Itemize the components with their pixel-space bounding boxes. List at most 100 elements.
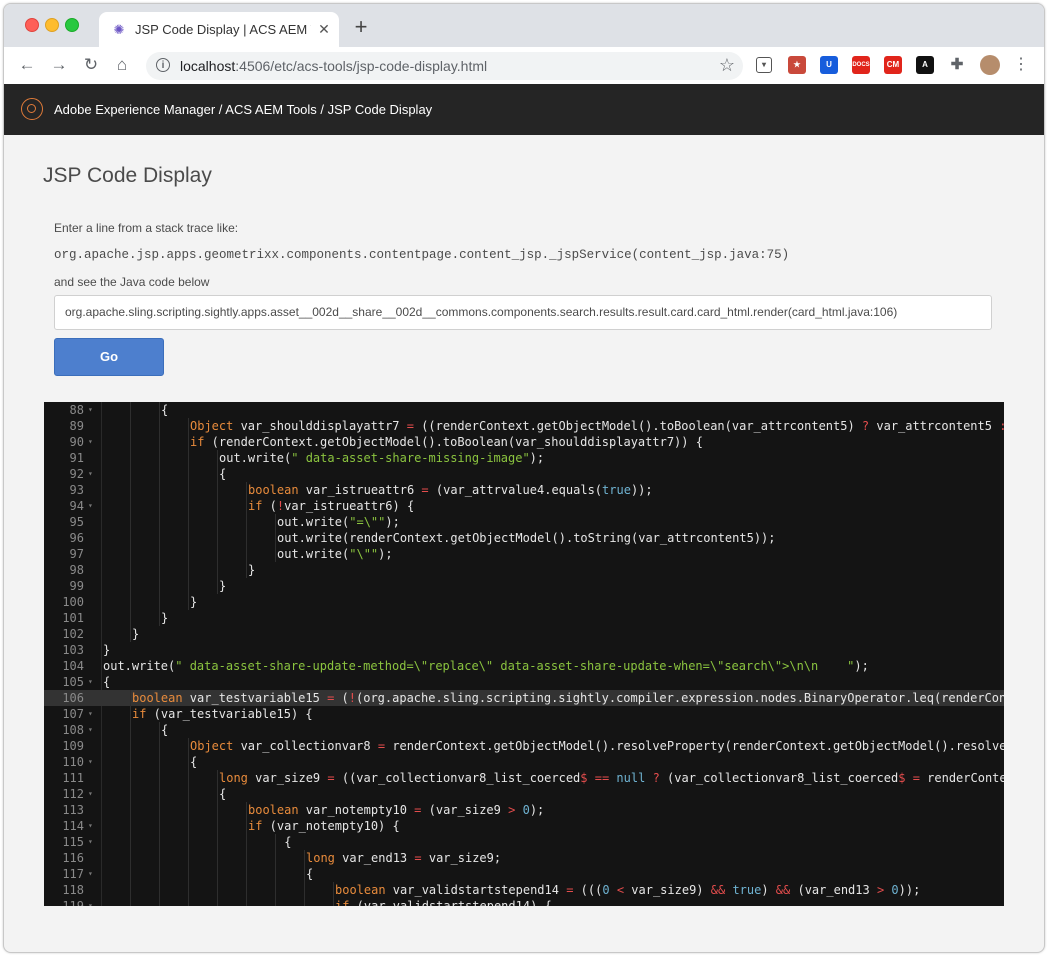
fold-arrow-icon[interactable]: ▾ <box>88 498 93 514</box>
maximize-window-button[interactable] <box>65 18 79 32</box>
acs-favicon-icon: ✺ <box>113 22 125 37</box>
aem-logo-icon[interactable] <box>21 98 43 120</box>
code-line: 111 long var_size9 = ((var_collectionvar8… <box>44 770 1004 786</box>
fold-arrow-icon[interactable]: ▾ <box>88 722 93 738</box>
docs-icon[interactable]: DOCS <box>852 56 870 74</box>
info-icon[interactable]: i <box>156 58 170 72</box>
avatar[interactable] <box>980 55 1000 75</box>
fold-arrow-icon[interactable]: ▾ <box>88 834 93 850</box>
indent-guide <box>188 466 189 482</box>
indent-guide <box>130 850 131 866</box>
indent-guide <box>159 418 160 434</box>
menu-dots-icon[interactable]: ⋮ <box>1010 54 1032 76</box>
code-line: 107 ▾ if (var_testvariable15) { <box>44 706 1004 722</box>
fold-arrow-icon[interactable]: ▾ <box>88 866 93 882</box>
indent-guide <box>130 610 131 626</box>
cloud-icon[interactable]: ▾ <box>756 57 772 73</box>
indent-guide <box>188 594 189 610</box>
fold-arrow-icon[interactable]: ▾ <box>88 898 93 906</box>
fold-arrow-icon[interactable]: ▾ <box>88 434 93 450</box>
indent-guide <box>159 562 160 578</box>
code-text: long var_end13 = var_size9; <box>306 851 502 865</box>
line-number: 88 <box>69 403 84 417</box>
address-bar[interactable]: i localhost:4506/etc/acs-tools/jsp-code-… <box>146 52 743 80</box>
indent-guide <box>130 498 131 514</box>
indent-guide <box>275 882 276 898</box>
browser-tab[interactable]: ✺ JSP Code Display | ACS AEM Tools ✕ <box>99 12 339 47</box>
line-number: 105 <box>62 675 84 689</box>
fold-arrow-icon[interactable]: ▾ <box>88 706 93 722</box>
fold-arrow-icon[interactable]: ▾ <box>88 786 93 802</box>
indent-guide <box>130 706 131 722</box>
indent-guide <box>130 594 131 610</box>
indent-guide <box>217 866 218 882</box>
indent-guide <box>159 546 160 562</box>
home-icon[interactable]: ⌂ <box>111 54 133 76</box>
bitwarden-icon[interactable]: U <box>820 56 838 74</box>
fold-arrow-icon[interactable]: ▾ <box>88 466 93 482</box>
indent-guide <box>217 578 218 594</box>
line-number: 100 <box>62 595 84 609</box>
indent-guide <box>304 866 305 882</box>
code-viewer[interactable]: 88 ▾ {89 Object var_shoulddisplayattr7 = ((… <box>44 402 1004 906</box>
code-line: 101} <box>44 610 1004 626</box>
fold-arrow-icon[interactable]: ▾ <box>88 674 93 690</box>
browser-toolbar: ← → ↻ ⌂ i localhost:4506/etc/acs-tools/j… <box>4 47 1044 85</box>
indent-guide <box>159 802 160 818</box>
code-text: if (var_validstartstepend14) { <box>335 899 552 906</box>
line-number: 104 <box>62 659 84 673</box>
indent-guide <box>246 514 247 530</box>
puzzle-icon[interactable]: ✚ <box>948 56 966 74</box>
fold-arrow-icon[interactable]: ▾ <box>88 818 93 834</box>
bookmark-star-icon[interactable]: ☆ <box>719 55 735 76</box>
code-line: 116 long var_end13 = var_size9; <box>44 850 1004 866</box>
fold-arrow-icon[interactable]: ▾ <box>88 754 93 770</box>
indent-guide <box>130 770 131 786</box>
indent-guide <box>188 562 189 578</box>
indent-guide <box>130 402 131 418</box>
forward-arrow-icon[interactable]: → <box>48 54 70 76</box>
code-text: { <box>161 403 169 417</box>
cm-icon[interactable]: CM <box>884 56 902 74</box>
line-number: 89 <box>69 419 84 433</box>
indent-guide <box>130 578 131 594</box>
gift-icon[interactable]: ★ <box>788 56 806 74</box>
indent-guide <box>159 514 160 530</box>
line-number: 95 <box>69 515 84 529</box>
indent-guide <box>130 562 131 578</box>
indent-guide <box>159 498 160 514</box>
page-title: JSP Code Display <box>43 164 212 187</box>
minimize-window-button[interactable] <box>45 18 59 32</box>
indent-guide <box>217 562 218 578</box>
close-window-button[interactable] <box>25 18 39 32</box>
indent-guide <box>159 434 160 450</box>
tab-close-icon[interactable]: ✕ <box>315 20 333 38</box>
back-arrow-icon[interactable]: ← <box>16 54 38 76</box>
code-text: } <box>132 627 140 641</box>
fold-arrow-icon[interactable]: ▾ <box>88 402 93 418</box>
line-number: 119 <box>62 899 84 906</box>
code-line: 109 Object var_collectionvar8 = renderCon… <box>44 738 1004 754</box>
indent-guide <box>246 850 247 866</box>
indent-guide <box>159 834 160 850</box>
code-line: 88 ▾ { <box>44 402 1004 418</box>
indent-guide <box>217 498 218 514</box>
code-text: } <box>161 611 169 625</box>
indent-guide <box>246 866 247 882</box>
go-button[interactable]: Go <box>54 338 164 376</box>
code-line: 98} <box>44 562 1004 578</box>
indent-guide <box>217 802 218 818</box>
code-line: 103} <box>44 642 1004 658</box>
indent-guide <box>188 818 189 834</box>
adobe-icon[interactable]: A <box>916 56 934 74</box>
line-number: 109 <box>62 739 84 753</box>
indent-guide <box>188 578 189 594</box>
code-line: 113 boolean var_notempty10 = (var_size9 >… <box>44 802 1004 818</box>
indent-guide <box>159 898 160 906</box>
indent-guide <box>217 514 218 530</box>
stack-trace-input[interactable]: org.apache.sling.scripting.sightly.apps.… <box>54 295 992 330</box>
indent-guide <box>217 898 218 906</box>
indent-guide <box>188 834 189 850</box>
reload-icon[interactable]: ↻ <box>80 54 102 76</box>
new-tab-button[interactable]: + <box>350 16 372 39</box>
